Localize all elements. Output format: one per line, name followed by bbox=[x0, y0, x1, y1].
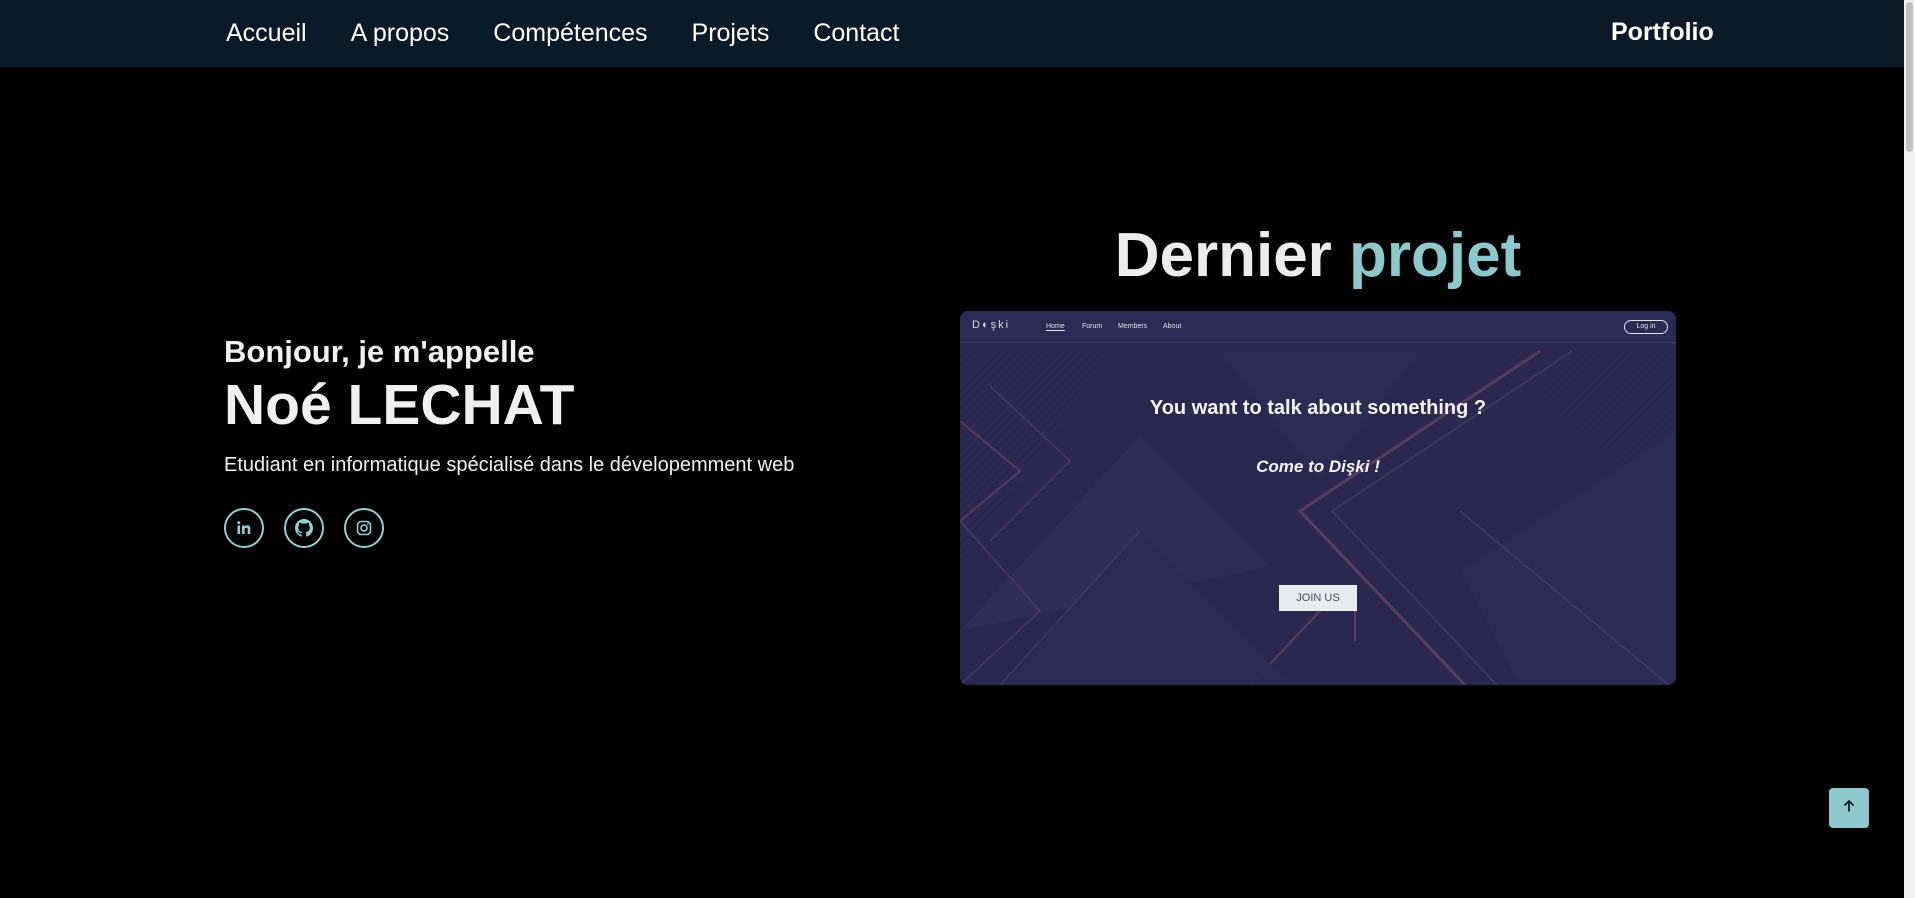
preview-tagline: Come to Dişki ! bbox=[1256, 457, 1380, 476]
nav-links: Accueil A propos Compétences Projets Con… bbox=[226, 0, 900, 67]
nav-link-accueil[interactable]: Accueil bbox=[226, 19, 307, 48]
nav-link-competences[interactable]: Compétences bbox=[493, 19, 647, 48]
scrollbar-thumb[interactable] bbox=[1906, 2, 1913, 152]
page-scrollbar[interactable] bbox=[1904, 0, 1915, 898]
greeting-text: Bonjour, je m'appelle bbox=[224, 334, 535, 369]
preview-headline: You want to talk about something ? bbox=[1149, 397, 1487, 419]
title-part-2: projet bbox=[1349, 221, 1522, 290]
preview-navbar: D◐şki Home Forum Members About Log in bbox=[960, 311, 1676, 343]
preview-login-button: Log in bbox=[1624, 320, 1668, 334]
nav-link-a-propos[interactable]: A propos bbox=[351, 19, 450, 48]
preview-background bbox=[960, 311, 1676, 685]
latest-project-title: Dernier projet bbox=[960, 220, 1676, 292]
linkedin-icon bbox=[236, 520, 252, 536]
github-link[interactable] bbox=[284, 508, 324, 548]
back-to-top-button[interactable] bbox=[1829, 788, 1869, 828]
preview-join-button: JOIN US bbox=[1279, 585, 1357, 611]
preview-nav-about: About bbox=[1163, 323, 1182, 330]
social-links bbox=[224, 508, 794, 548]
nav-link-contact[interactable]: Contact bbox=[813, 19, 899, 48]
subtitle-text: Etudiant en informatique spécialisé dans… bbox=[224, 454, 795, 476]
preview-nav-members: Members bbox=[1118, 323, 1148, 330]
preview-nav-home: Home bbox=[1046, 323, 1065, 331]
navbar: Accueil A propos Compétences Projets Con… bbox=[0, 0, 1904, 67]
nav-link-projets[interactable]: Projets bbox=[692, 19, 770, 48]
name-heading: Noé LECHAT bbox=[224, 373, 575, 437]
github-icon bbox=[295, 519, 313, 537]
intro-section: Bonjour, je m'appelle Noé LECHAT Etudian… bbox=[224, 332, 794, 548]
linkedin-link[interactable] bbox=[224, 508, 264, 548]
brand-title[interactable]: Portfolio bbox=[1611, 18, 1714, 47]
title-part-1: Dernier bbox=[1114, 221, 1332, 290]
instagram-link[interactable] bbox=[344, 508, 384, 548]
arrow-up-icon bbox=[1842, 799, 1856, 818]
preview-nav-forum: Forum bbox=[1082, 323, 1103, 330]
preview-logo: D◐şki bbox=[972, 319, 1011, 331]
project-preview[interactable]: D◐şki Home Forum Members About Log in Yo… bbox=[960, 311, 1676, 685]
instagram-icon bbox=[356, 520, 372, 536]
